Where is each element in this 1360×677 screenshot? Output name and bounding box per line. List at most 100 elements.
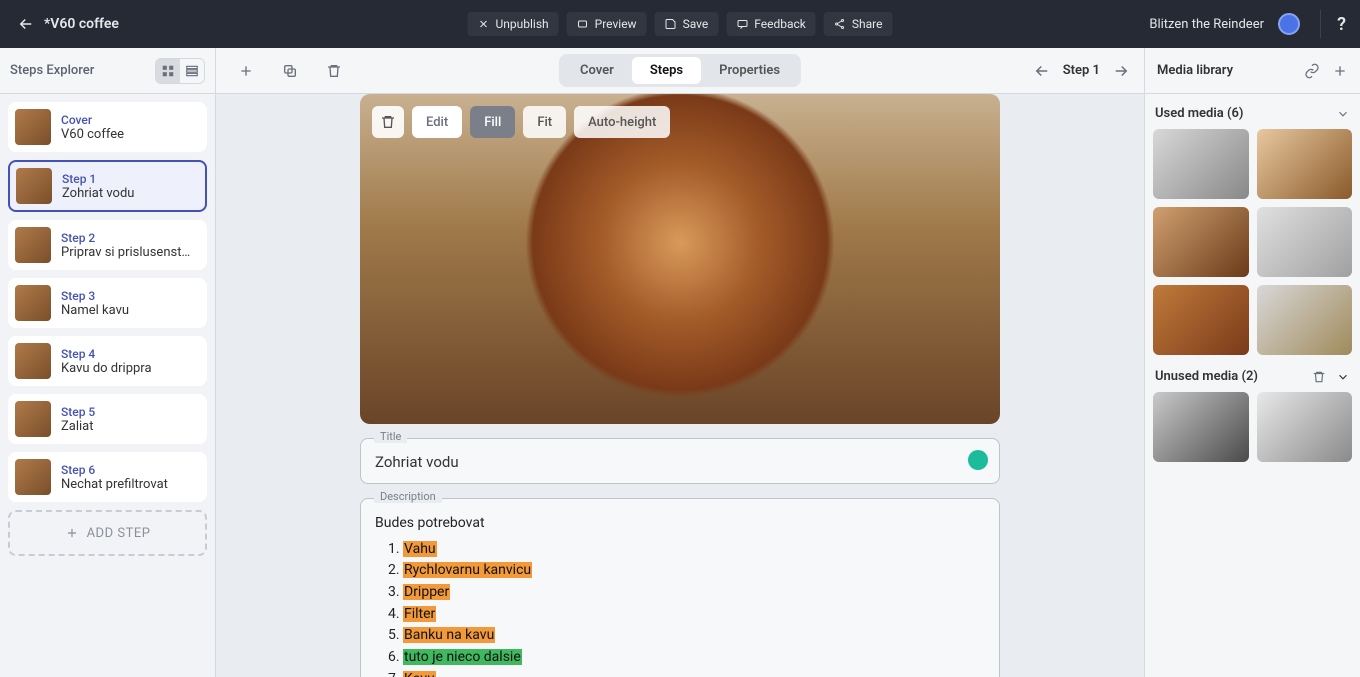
image-fill-button[interactable]: Fill (470, 106, 515, 138)
media-thumbnail[interactable] (1153, 129, 1249, 199)
trash-icon (1312, 370, 1326, 384)
step-card[interactable]: Step 1Zohriat vodu (8, 160, 207, 212)
share-icon (834, 18, 846, 30)
prev-step-button[interactable] (1031, 60, 1053, 82)
arrow-right-icon (1112, 62, 1130, 80)
add-button[interactable] (236, 61, 256, 81)
duplicate-button[interactable] (280, 61, 300, 81)
description-item: Banku na kavu (403, 625, 985, 647)
link-icon (1304, 63, 1320, 79)
delete-button[interactable] (324, 61, 344, 81)
description-item: Filter (403, 604, 985, 626)
unpublish-button[interactable]: Unpublish (468, 12, 559, 36)
media-thumbnail[interactable] (1257, 392, 1353, 462)
step-thumbnail (15, 343, 51, 379)
image-edit-button[interactable]: Edit (412, 106, 462, 138)
share-button[interactable]: Share (824, 12, 893, 36)
media-thumbnail[interactable] (1257, 129, 1353, 199)
step-thumbnail (15, 459, 51, 495)
grammarly-icon (968, 450, 988, 470)
plus-icon (65, 526, 79, 540)
description-intro: Budes potrebovat (375, 513, 985, 535)
document-title: *V60 coffee (44, 16, 119, 32)
top-actions: Unpublish Preview Save Feedback Share (468, 12, 893, 36)
media-add-button[interactable] (1332, 63, 1348, 79)
chevron-down-icon (1336, 370, 1350, 384)
step-thumbnail (15, 401, 51, 437)
step-card[interactable]: Step 2Priprav si prislusenstvo a... (8, 220, 207, 270)
media-thumbnail[interactable] (1153, 285, 1249, 355)
step-subtitle: Zaliat (61, 419, 95, 434)
list-view-button[interactable] (180, 59, 204, 83)
grid-view-button[interactable] (156, 59, 180, 83)
used-media-toggle[interactable] (1336, 107, 1350, 121)
preview-icon (577, 18, 589, 30)
preview-button[interactable]: Preview (567, 12, 647, 36)
user-name: Blitzen the Reindeer (1149, 17, 1264, 32)
description-item: tuto je nieco dalsie (403, 647, 985, 669)
media-thumbnail[interactable] (1153, 207, 1249, 277)
arrow-left-icon (1033, 62, 1051, 80)
step-card[interactable]: Step 5Zaliat (8, 394, 207, 444)
feedback-button[interactable]: Feedback (726, 12, 816, 36)
step-subtitle: Priprav si prislusenstvo a... (61, 245, 191, 260)
unpublish-icon (478, 18, 490, 30)
tab-steps[interactable]: Steps (632, 57, 701, 84)
step-subtitle: V60 coffee (61, 127, 124, 142)
avatar[interactable] (1278, 13, 1300, 35)
media-thumbnail[interactable] (1153, 392, 1249, 462)
media-link-button[interactable] (1304, 63, 1320, 79)
steps-explorer: CoverV60 coffee Step 1Zohriat vodu Step 2P… (0, 94, 216, 677)
image-delete-button[interactable] (372, 106, 404, 138)
media-thumbnail[interactable] (1257, 285, 1353, 355)
help-button[interactable]: ? (1320, 10, 1348, 38)
plus-icon (238, 63, 254, 79)
title-input[interactable]: Zohriat vodu (360, 438, 1000, 484)
media-library-title: Media library (1157, 63, 1233, 78)
trash-icon (380, 114, 396, 130)
save-icon (665, 18, 677, 30)
unused-media-toggle[interactable] (1336, 370, 1350, 384)
save-button[interactable]: Save (655, 12, 719, 36)
image-fit-button[interactable]: Fit (523, 106, 566, 138)
tab-cover[interactable]: Cover (562, 57, 632, 84)
title-field-label: Title (374, 430, 407, 443)
grid-icon (161, 64, 175, 78)
hero-image[interactable]: Edit Fill Fit Auto-height (360, 94, 1000, 424)
unused-media-label: Unused media (2) (1155, 369, 1258, 384)
copy-icon (282, 63, 298, 79)
back-button[interactable] (12, 10, 40, 38)
tab-properties[interactable]: Properties (701, 57, 798, 84)
step-card[interactable]: Step 3Namel kavu (8, 278, 207, 328)
title-value: Zohriat vodu (375, 453, 985, 471)
top-bar: *V60 coffee Unpublish Preview Save Feedb… (0, 0, 1360, 48)
list-icon (185, 64, 199, 78)
description-list: VahuRychlovarnu kanvicuDripperFilterBank… (375, 539, 985, 677)
explorer-title: Steps Explorer (10, 63, 94, 78)
step-thumbnail (15, 227, 51, 263)
image-autoheight-button[interactable]: Auto-height (574, 106, 670, 138)
current-step-label: Step 1 (1063, 63, 1100, 78)
unused-media-delete[interactable] (1312, 370, 1326, 384)
step-thumbnail (16, 168, 52, 204)
next-step-button[interactable] (1110, 60, 1132, 82)
step-label: Step 6 (61, 463, 168, 477)
step-card[interactable]: Step 6Nechat prefiltrovat (8, 452, 207, 502)
sub-header: Steps Explorer Cover Steps Properties St… (0, 48, 1360, 94)
description-input[interactable]: Budes potrebovat VahuRychlovarnu kanvicu… (360, 498, 1000, 677)
description-item: Vahu (403, 539, 985, 561)
step-label: Step 2 (61, 231, 191, 245)
step-thumbnail (15, 285, 51, 321)
description-field-label: Description (374, 490, 442, 503)
used-media-label: Used media (6) (1155, 106, 1243, 121)
step-card[interactable]: Step 4Kavu do drippra (8, 336, 207, 386)
feedback-label: Feedback (754, 17, 806, 31)
trash-icon (326, 63, 342, 79)
media-thumbnail[interactable] (1257, 207, 1353, 277)
step-label: Step 1 (62, 172, 134, 186)
add-step-button[interactable]: ADD STEP (8, 510, 207, 556)
preview-label: Preview (595, 17, 637, 31)
feedback-icon (736, 18, 748, 30)
step-card[interactable]: CoverV60 coffee (8, 102, 207, 152)
step-label: Step 5 (61, 405, 95, 419)
